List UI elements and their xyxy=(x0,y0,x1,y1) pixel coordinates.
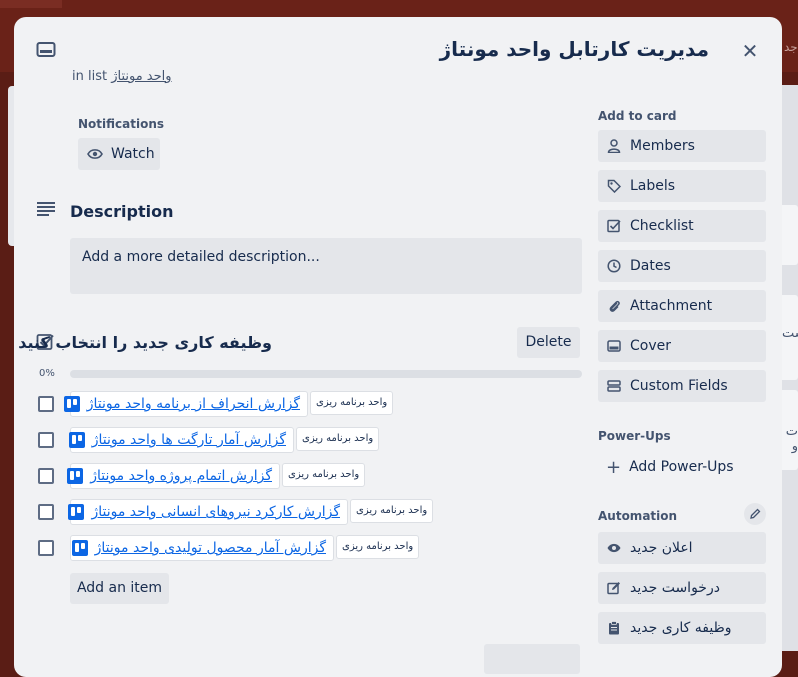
description-title: Description xyxy=(70,202,174,221)
board-tab xyxy=(0,0,62,8)
card-icon xyxy=(36,42,56,57)
progress-bar xyxy=(70,370,582,378)
cover-label: Cover xyxy=(630,338,671,354)
add-powerups-label: Add Power-Ups xyxy=(629,459,734,475)
list-reference: in list واحد مونتاژ xyxy=(72,69,172,84)
card-link-name: گزارش آمار محصول تولیدی واحد مونتاژ xyxy=(94,540,326,556)
card-link-name: گزارش اتمام پروژه واحد مونتاژ xyxy=(90,468,272,484)
automation-label-2: درخواست جدید xyxy=(630,580,720,596)
automation-label: Automation xyxy=(598,509,678,523)
tag-icon xyxy=(606,178,622,194)
custom-fields-icon xyxy=(606,378,622,394)
cover-button[interactable]: Cover xyxy=(598,330,766,362)
card-link-chip[interactable]: گزارش اتمام پروژه واحد مونتاژ xyxy=(67,463,280,489)
pencil-icon xyxy=(750,508,761,519)
card-link-name: گزارش کارکرد نیروهای انسانی واحد مونتاژ xyxy=(91,504,340,520)
dates-button[interactable]: Dates xyxy=(598,250,766,282)
members-button[interactable]: Members xyxy=(598,130,766,162)
item-checkbox[interactable] xyxy=(38,504,54,520)
edit-automation-button[interactable] xyxy=(744,503,766,525)
delete-checklist-button[interactable]: Delete xyxy=(517,327,580,358)
watch-label: Watch xyxy=(111,146,155,162)
eye-icon xyxy=(87,149,103,159)
card-link-chip[interactable]: گزارش آمار محصول تولیدی واحد مونتاژ xyxy=(70,535,334,561)
attachment-label: Attachment xyxy=(630,298,713,314)
notifications-label: Notifications xyxy=(78,117,165,131)
card-link-name: گزارش آمار تارگت ها واحد مونتاژ xyxy=(91,432,286,448)
trello-icon xyxy=(68,432,85,448)
checkbox-icon xyxy=(606,218,622,234)
trello-icon xyxy=(71,540,88,556)
trello-icon xyxy=(68,504,85,520)
item-tag: واحد برنامه ریزی xyxy=(310,391,394,415)
automation-label-3: وظیفه کاری جدید xyxy=(630,620,732,636)
item-tag: واحد برنامه ریزی xyxy=(282,463,366,487)
members-label: Members xyxy=(630,138,695,154)
in-list-prefix: in list xyxy=(72,69,108,84)
clipboard-icon xyxy=(606,620,622,636)
list-link[interactable]: واحد مونتاژ xyxy=(111,69,171,84)
background-card-text: ست xyxy=(782,326,798,341)
attachment-button[interactable]: Attachment xyxy=(598,290,766,322)
checklist-title[interactable]: وظیفه کاری جدید را انتخاب کنید xyxy=(18,333,272,352)
automation-button-new-notice[interactable]: اعلان جدید xyxy=(598,532,766,564)
background-card-text: ت و xyxy=(785,424,798,454)
paperclip-icon xyxy=(606,298,622,314)
automation-label-1: اعلان جدید xyxy=(630,540,693,556)
dates-label: Dates xyxy=(630,258,671,274)
next-section-button[interactable] xyxy=(484,644,580,674)
item-tag: واحد برنامه ریزی xyxy=(296,427,380,451)
edit-icon xyxy=(606,580,622,596)
checklist-button[interactable]: Checklist xyxy=(598,210,766,242)
plus-icon: + xyxy=(606,456,622,478)
card-link-chip[interactable]: گزارش کارکرد نیروهای انسانی واحد مونتاژ xyxy=(68,499,348,525)
description-editor[interactable]: Add a more detailed description... xyxy=(70,238,582,294)
card-link-name: گزارش انحراف از برنامه واحد مونتاژ xyxy=(86,396,300,412)
card-detail-modal: مدیریت کارتابل واحد مونتاژ ✕ in list واح… xyxy=(14,17,782,677)
add-to-card-label: Add to card xyxy=(598,109,677,123)
description-placeholder: Add a more detailed description... xyxy=(82,249,320,265)
automation-button-new-request[interactable]: درخواست جدید xyxy=(598,572,766,604)
item-checkbox[interactable] xyxy=(38,468,54,484)
item-tag: واحد برنامه ریزی xyxy=(336,535,420,559)
item-checkbox[interactable] xyxy=(38,432,54,448)
powerups-label: Power-Ups xyxy=(598,429,671,443)
checklist-label: Checklist xyxy=(630,218,694,234)
description-icon xyxy=(37,202,55,216)
trello-icon xyxy=(67,468,84,484)
progress-percent: 0% xyxy=(39,368,55,379)
clock-icon xyxy=(606,258,622,274)
add-item-button[interactable]: Add an item xyxy=(70,573,169,604)
trello-icon xyxy=(63,396,80,412)
card-title[interactable]: مدیریت کارتابل واحد مونتاژ xyxy=(440,37,709,61)
cover-icon xyxy=(606,338,622,354)
card-link-chip[interactable]: گزارش انحراف از برنامه واحد مونتاژ xyxy=(63,391,308,417)
labels-label: Labels xyxy=(630,178,676,194)
watch-button[interactable]: Watch xyxy=(78,138,160,170)
item-checkbox[interactable] xyxy=(38,396,54,412)
custom-fields-button[interactable]: Custom Fields xyxy=(598,370,766,402)
close-button[interactable]: ✕ xyxy=(738,39,762,63)
labels-button[interactable]: Labels xyxy=(598,170,766,202)
card-link-chip[interactable]: گزارش آمار تارگت ها واحد مونتاژ xyxy=(68,427,294,453)
item-checkbox[interactable] xyxy=(38,540,54,556)
item-tag: واحد برنامه ریزی xyxy=(350,499,434,523)
background-header-text: جد xyxy=(784,40,798,54)
automation-button-new-task[interactable]: وظیفه کاری جدید xyxy=(598,612,766,644)
add-powerups-button[interactable]: + Add Power-Ups xyxy=(598,451,734,483)
custom-fields-label: Custom Fields xyxy=(630,378,728,394)
person-icon xyxy=(606,138,622,154)
eye-icon xyxy=(606,540,622,556)
